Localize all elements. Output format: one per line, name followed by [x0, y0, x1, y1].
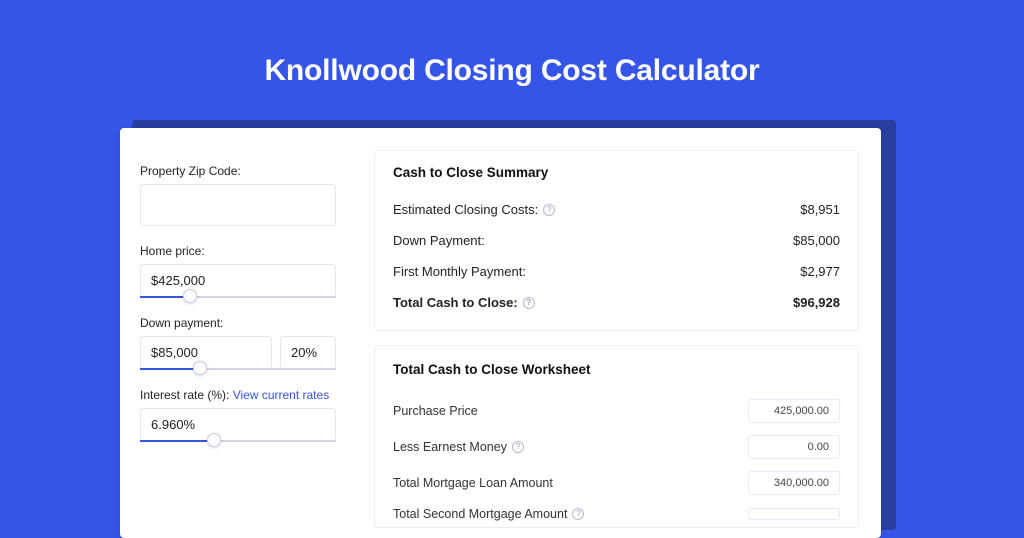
down-payment-label: Down payment:: [140, 316, 336, 330]
interest-label-text: Interest rate (%):: [140, 388, 233, 402]
interest-label: Interest rate (%): View current rates: [140, 388, 336, 402]
summary-row-value: $2,977: [800, 264, 840, 279]
help-icon[interactable]: ?: [523, 297, 535, 309]
slider-fill: [140, 368, 193, 370]
interest-group: Interest rate (%): View current rates 6.…: [140, 388, 336, 442]
interest-input[interactable]: 6.960%: [140, 408, 336, 441]
slider-thumb[interactable]: [207, 433, 221, 447]
slider-fill: [140, 296, 183, 298]
home-price-label: Home price:: [140, 244, 336, 258]
home-price-input[interactable]: $425,000: [140, 264, 336, 297]
view-rates-link[interactable]: View current rates: [233, 388, 330, 402]
help-icon[interactable]: ?: [543, 204, 555, 216]
interest-slider[interactable]: [140, 440, 336, 442]
summary-total-value: $96,928: [793, 295, 840, 310]
summary-row: Down Payment: $85,000: [393, 225, 840, 256]
home-price-slider[interactable]: [140, 296, 336, 298]
zip-label: Property Zip Code:: [140, 164, 336, 178]
down-payment-pct-input[interactable]: 20%: [280, 336, 336, 369]
summary-row-label: First Monthly Payment:: [393, 264, 526, 279]
worksheet-row: Total Second Mortgage Amount ?: [393, 501, 840, 527]
summary-box: Cash to Close Summary Estimated Closing …: [374, 150, 859, 331]
down-payment-slider[interactable]: [140, 368, 336, 370]
calculator-card: Property Zip Code: Home price: $425,000 …: [120, 128, 881, 538]
slider-thumb[interactable]: [193, 361, 207, 375]
summary-row-label: Down Payment:: [393, 233, 485, 248]
worksheet-row-value[interactable]: 0.00: [748, 435, 840, 459]
zip-group: Property Zip Code:: [140, 164, 336, 226]
zip-input[interactable]: [140, 184, 336, 226]
summary-total-row: Total Cash to Close: ? $96,928: [393, 287, 840, 318]
worksheet-row-label: Total Second Mortgage Amount: [393, 507, 567, 521]
slider-fill: [140, 440, 207, 442]
help-icon[interactable]: ?: [572, 508, 584, 520]
slider-thumb[interactable]: [183, 289, 197, 303]
worksheet-row: Purchase Price 425,000.00: [393, 393, 840, 429]
worksheet-row-label: Total Mortgage Loan Amount: [393, 476, 553, 490]
summary-row-label: Estimated Closing Costs:: [393, 202, 538, 217]
summary-title: Cash to Close Summary: [393, 165, 840, 180]
worksheet-box: Total Cash to Close Worksheet Purchase P…: [374, 345, 859, 528]
help-icon[interactable]: ?: [512, 441, 524, 453]
summary-total-label: Total Cash to Close:: [393, 295, 518, 310]
worksheet-row-label: Less Earnest Money: [393, 440, 507, 454]
worksheet-row: Less Earnest Money ? 0.00: [393, 429, 840, 465]
summary-row-value: $85,000: [793, 233, 840, 248]
summary-row: Estimated Closing Costs: ? $8,951: [393, 194, 840, 225]
summary-row-value: $8,951: [800, 202, 840, 217]
worksheet-row-value[interactable]: 340,000.00: [748, 471, 840, 495]
results-column: Cash to Close Summary Estimated Closing …: [356, 128, 881, 538]
worksheet-row-value[interactable]: 425,000.00: [748, 399, 840, 423]
worksheet-row: Total Mortgage Loan Amount 340,000.00: [393, 465, 840, 501]
worksheet-row-label: Purchase Price: [393, 404, 478, 418]
home-price-group: Home price: $425,000: [140, 244, 336, 298]
inputs-column: Property Zip Code: Home price: $425,000 …: [120, 128, 356, 538]
page-title: Knollwood Closing Cost Calculator: [0, 0, 1024, 112]
worksheet-row-value[interactable]: [748, 508, 840, 520]
down-payment-group: Down payment: $85,000 20%: [140, 316, 336, 370]
worksheet-title: Total Cash to Close Worksheet: [393, 362, 840, 377]
summary-row: First Monthly Payment: $2,977: [393, 256, 840, 287]
